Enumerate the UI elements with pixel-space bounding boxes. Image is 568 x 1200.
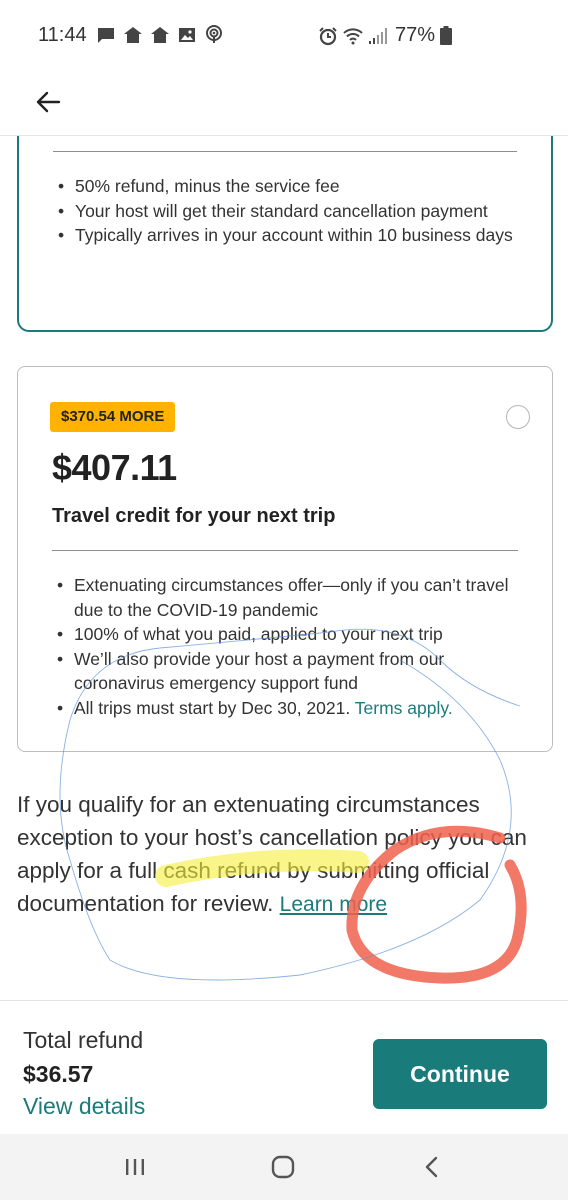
list-item: All trips must start by Dec 30, 2021. Te… <box>57 696 527 721</box>
extenuating-circumstances-text: If you qualify for an extenuating circum… <box>17 788 553 921</box>
total-refund-label: Total refund <box>23 1027 144 1053</box>
view-details-link[interactable]: View details <box>23 1093 145 1120</box>
info-text: If you qualify for an extenuating circum… <box>17 792 527 916</box>
notification-icons <box>96 25 224 45</box>
podcast-icon <box>206 25 222 43</box>
continue-button[interactable]: Continue <box>373 1039 547 1109</box>
list-item: 100% of what you paid, applied to your n… <box>57 622 527 647</box>
home-icon <box>124 27 142 43</box>
wifi-icon <box>343 28 363 45</box>
total-refund-amount: $36.57 <box>23 1061 94 1087</box>
credit-amount: $407.11 <box>52 447 177 488</box>
more-badge: $370.54 MORE <box>50 402 176 432</box>
refund-bullets: 50% refund, minus the service fee Your h… <box>58 174 518 248</box>
travel-credit-option-card[interactable]: $370.54 MORE $407.11 Travel credit for y… <box>17 366 553 752</box>
android-nav-bar <box>0 1134 568 1200</box>
refund-option-card-selected[interactable]: 50% refund, minus the service fee Your h… <box>17 110 553 332</box>
alarm-icon <box>319 27 337 46</box>
footer: Total refund $36.57 View details Continu… <box>0 1000 568 1134</box>
battery-icon <box>440 26 452 45</box>
card-divider <box>52 550 518 551</box>
top-nav <box>0 70 568 136</box>
back-button[interactable] <box>28 82 68 122</box>
list-item: 50% refund, minus the service fee <box>58 174 518 199</box>
home-button[interactable] <box>270 1154 296 1180</box>
home-icon <box>271 1155 295 1179</box>
back-icon <box>425 1156 438 1178</box>
arrow-left-icon <box>36 91 61 113</box>
image-icon <box>179 28 195 42</box>
card-divider <box>53 151 517 152</box>
status-time: 11:44 <box>38 24 87 46</box>
credit-title: Travel credit for your next trip <box>52 505 336 527</box>
home-icon <box>151 27 169 43</box>
list-item-text: All trips must start by Dec 30, 2021. <box>74 697 351 718</box>
credit-bullets: Extenuating circumstances offer—only if … <box>57 573 527 720</box>
back-nav-button[interactable] <box>418 1154 444 1180</box>
status-bar: 11:44 77% <box>0 0 568 70</box>
message-icon <box>98 28 114 43</box>
terms-link[interactable]: Terms apply. <box>355 698 453 718</box>
list-item: Typically arrives in your account within… <box>58 223 518 248</box>
signal-icon <box>369 28 387 44</box>
learn-more-link[interactable]: Learn more <box>280 893 387 916</box>
battery-percent: 77% <box>395 24 436 46</box>
list-item: Your host will get their standard cancel… <box>58 199 518 224</box>
recents-button[interactable] <box>122 1154 148 1180</box>
list-item: Extenuating circumstances offer—only if … <box>57 573 527 622</box>
option-radio[interactable] <box>506 405 530 429</box>
list-item: We’ll also provide your host a payment f… <box>57 647 527 696</box>
recents-icon <box>126 1159 144 1175</box>
